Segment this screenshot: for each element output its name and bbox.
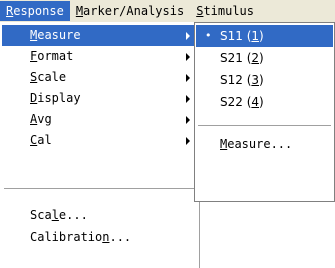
submenu-arrow-icon xyxy=(186,32,190,40)
menu-item-display[interactable]: Display xyxy=(2,88,196,109)
menu-item-calibration-dialog[interactable]: Calibration... xyxy=(2,227,196,248)
menu-item-scale-dialog[interactable]: Scale... xyxy=(2,205,196,226)
submenu-item-s21-accel: 2 xyxy=(251,51,260,65)
menu-item-scale-label: cale xyxy=(37,70,67,84)
scale-dialog-label-pre: Sca xyxy=(30,208,52,222)
menu-item-display-label: isplay xyxy=(37,91,81,105)
submenu-arrow-icon xyxy=(186,74,190,82)
menu-separator xyxy=(4,188,194,190)
menu-item-format[interactable]: Format xyxy=(2,46,196,67)
calibration-dialog-label-pre: Calibratio xyxy=(30,230,103,244)
scale-dialog-accel: l xyxy=(51,208,59,222)
menu-item-cal-label: al xyxy=(37,133,52,147)
submenu-item-s12[interactable]: S12 (3) xyxy=(196,69,333,91)
menu-response-label: esponse xyxy=(13,4,64,18)
submenu-item-s22-close: ) xyxy=(259,95,264,109)
menu-response[interactable]: Response xyxy=(0,1,70,21)
submenu-item-s12-accel: 3 xyxy=(251,73,260,87)
submenu-item-s12-label: S12 ( xyxy=(220,73,252,87)
menu-stimulus[interactable]: Stimulus xyxy=(190,1,260,21)
submenu-item-s11-close: ) xyxy=(259,29,264,43)
submenu-item-measure-dialog[interactable]: Measure... xyxy=(196,133,333,155)
submenu-item-s22[interactable]: S22 (4) xyxy=(196,91,333,113)
submenu-arrow-icon xyxy=(186,53,190,61)
scale-dialog-label-post: e... xyxy=(58,208,88,222)
submenu-item-s22-accel: 4 xyxy=(251,95,260,109)
radio-bullet-icon: • xyxy=(205,29,212,42)
submenu-item-s21-close: ) xyxy=(259,51,264,65)
submenu-item-s21[interactable]: S21 (2) xyxy=(196,47,333,69)
menu-item-avg-label: vg xyxy=(37,112,52,126)
menu-item-scale[interactable]: Scale xyxy=(2,67,196,88)
submenu-item-s21-label: S21 ( xyxy=(220,51,252,65)
menu-bar: Response Marker/Analysis Stimulus xyxy=(0,0,335,23)
menu-marker-analysis-label: arker/Analysis xyxy=(83,4,185,18)
measure-dialog-label: easure... xyxy=(227,137,293,151)
submenu-item-s11-label: S11 ( xyxy=(220,29,252,43)
submenu-item-s12-close: ) xyxy=(259,73,264,87)
submenu-arrow-icon xyxy=(186,95,190,103)
menu-item-avg[interactable]: Avg xyxy=(2,109,196,130)
menu-item-cal[interactable]: Cal xyxy=(2,130,196,151)
submenu-separator xyxy=(198,125,331,126)
calibration-dialog-label-post: ... xyxy=(109,230,132,244)
menu-item-measure-label: easure xyxy=(37,28,81,42)
menu-stimulus-label: timulus xyxy=(203,4,255,18)
response-dropdown: Measure Format Scale Display Avg Cal Sca… xyxy=(0,22,200,268)
submenu-arrow-icon xyxy=(186,116,190,124)
measure-submenu: • S11 (1) S21 (2) S12 (3) S22 (4) Measure… xyxy=(194,22,335,202)
menu-marker-analysis-accel: M xyxy=(75,4,84,18)
menu-marker-analysis[interactable]: Marker/Analysis xyxy=(70,1,190,21)
submenu-item-s11-accel: 1 xyxy=(251,29,260,43)
submenu-item-s22-label: S22 ( xyxy=(220,95,252,109)
submenu-item-s11[interactable]: • S11 (1) xyxy=(196,25,333,47)
submenu-arrow-icon xyxy=(186,137,190,145)
menu-item-format-label: ormat xyxy=(37,49,74,63)
menu-item-measure[interactable]: Measure xyxy=(2,25,196,46)
